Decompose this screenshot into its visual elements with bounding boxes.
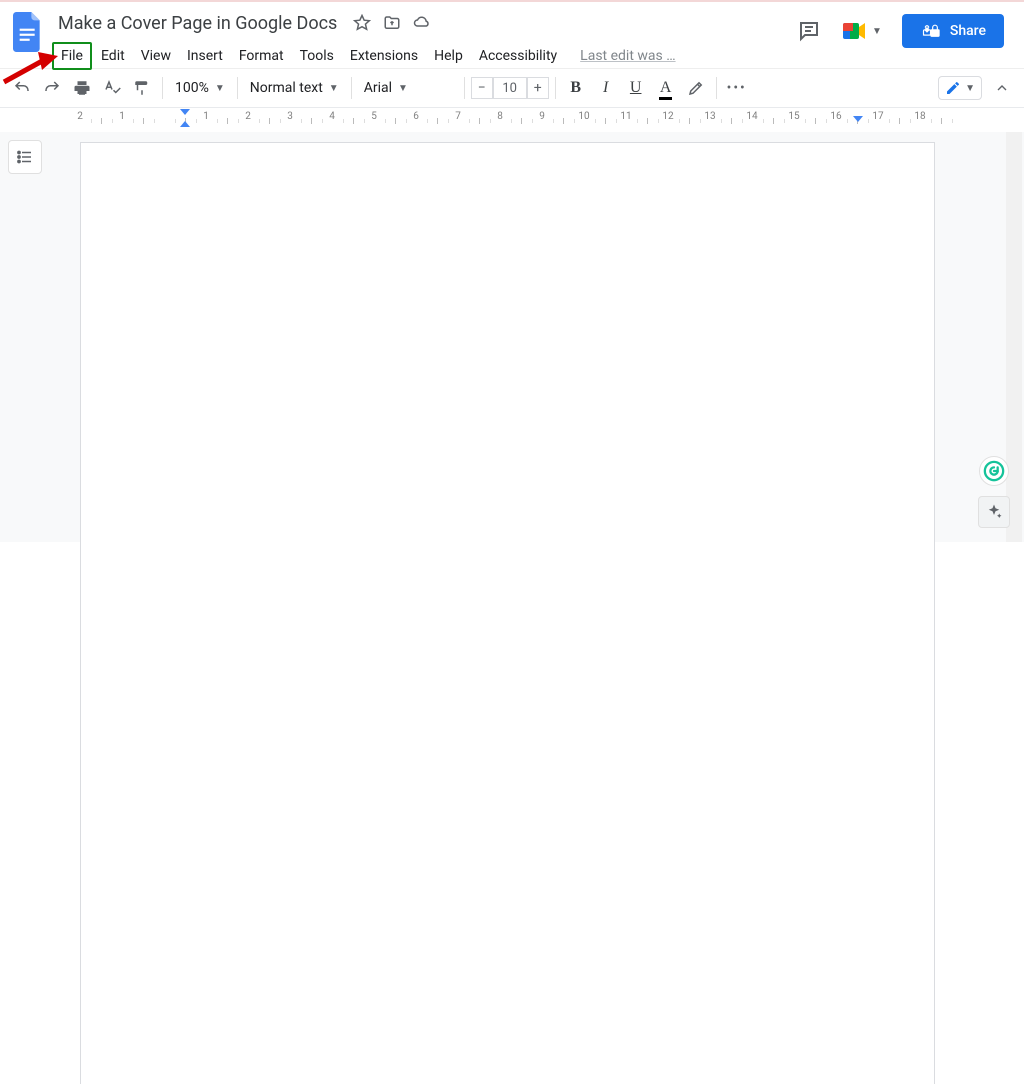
underline-button[interactable]: U xyxy=(622,74,650,102)
document-title[interactable]: Make a Cover Page in Google Docs xyxy=(52,11,343,36)
menu-help[interactable]: Help xyxy=(427,44,470,68)
ruler-number: 1 xyxy=(119,111,125,122)
left-indent-handle[interactable] xyxy=(180,109,190,127)
ruler-number: 11 xyxy=(620,111,631,122)
share-label: Share xyxy=(950,23,986,39)
star-icon[interactable] xyxy=(353,14,371,32)
chevron-down-icon: ▼ xyxy=(398,83,408,94)
separator xyxy=(237,77,238,99)
horizontal-ruler[interactable]: 21123456789101112131415161718 xyxy=(0,108,1024,128)
toolbar: 100%▼ Normal text▼ Arial▼ − 10 + B I U A… xyxy=(0,68,1024,108)
document-canvas xyxy=(0,132,1024,542)
comments-icon[interactable] xyxy=(796,18,822,44)
separator xyxy=(555,77,556,99)
separator xyxy=(162,77,163,99)
ruler-number: 3 xyxy=(287,111,293,122)
highlight-color-button[interactable] xyxy=(682,74,710,102)
ruler-number: 5 xyxy=(371,111,377,122)
ruler-number: 8 xyxy=(497,111,503,122)
chevron-down-icon: ▼ xyxy=(965,83,975,94)
ruler-number: 18 xyxy=(914,111,925,122)
menu-file[interactable]: File xyxy=(52,42,92,70)
ruler-number: 17 xyxy=(872,111,883,122)
paragraph-style-dropdown[interactable]: Normal text▼ xyxy=(244,74,345,102)
menu-tools[interactable]: Tools xyxy=(293,44,341,68)
ruler-number: 1 xyxy=(203,111,209,122)
increase-font-size-button[interactable]: + xyxy=(527,77,549,99)
menu-format[interactable]: Format xyxy=(232,44,291,68)
ruler-number: 14 xyxy=(746,111,757,122)
zoom-dropdown[interactable]: 100%▼ xyxy=(169,74,231,102)
docs-home-icon[interactable] xyxy=(8,12,48,52)
menu-accessibility[interactable]: Accessibility xyxy=(472,44,564,68)
ruler-number: 9 xyxy=(539,111,545,122)
undo-button[interactable] xyxy=(8,74,36,102)
move-folder-icon[interactable] xyxy=(383,14,401,32)
menu-extensions[interactable]: Extensions xyxy=(343,44,425,68)
print-button[interactable] xyxy=(68,74,96,102)
ruler-number: 16 xyxy=(830,111,841,122)
font-size-input[interactable]: 10 xyxy=(493,77,527,99)
collapse-toolbar-button[interactable] xyxy=(988,74,1016,102)
menu-insert[interactable]: Insert xyxy=(180,44,230,68)
redo-button[interactable] xyxy=(38,74,66,102)
paint-format-button[interactable] xyxy=(128,74,156,102)
decrease-font-size-button[interactable]: − xyxy=(471,77,493,99)
ruler-number: 2 xyxy=(77,111,83,122)
right-indent-handle[interactable] xyxy=(853,116,863,122)
ruler-number: 13 xyxy=(704,111,715,122)
meet-button[interactable]: ▼ xyxy=(836,16,888,46)
document-page[interactable] xyxy=(80,142,935,1084)
ruler-number: 15 xyxy=(788,111,799,122)
ruler-number: 12 xyxy=(662,111,673,122)
font-dropdown[interactable]: Arial▼ xyxy=(358,74,458,102)
spellcheck-button[interactable] xyxy=(98,74,126,102)
document-outline-button[interactable] xyxy=(8,140,42,174)
italic-button[interactable]: I xyxy=(592,74,620,102)
ruler-number: 7 xyxy=(455,111,461,122)
menubar: File Edit View Insert Format Tools Exten… xyxy=(52,38,796,70)
menu-view[interactable]: View xyxy=(134,44,178,68)
editing-mode-button[interactable]: ▼ xyxy=(938,76,982,100)
separator xyxy=(351,77,352,99)
ruler-number: 2 xyxy=(245,111,251,122)
more-tools-button[interactable]: ••• xyxy=(723,74,751,102)
chevron-down-icon: ▼ xyxy=(329,83,339,94)
share-button[interactable]: Share xyxy=(902,14,1004,48)
grammarly-button[interactable] xyxy=(979,456,1009,486)
ruler-number: 6 xyxy=(413,111,419,122)
separator xyxy=(464,77,465,99)
chevron-down-icon: ▼ xyxy=(215,83,225,94)
chevron-down-icon: ▼ xyxy=(872,26,882,37)
last-edit-link[interactable]: Last edit was … xyxy=(580,48,675,64)
separator xyxy=(716,77,717,99)
cloud-status-icon[interactable] xyxy=(413,14,431,32)
menu-edit[interactable]: Edit xyxy=(94,44,132,68)
ruler-number: 10 xyxy=(578,111,589,122)
explore-button[interactable] xyxy=(978,496,1010,528)
text-color-button[interactable]: A xyxy=(652,74,680,102)
ruler-number: 4 xyxy=(329,111,335,122)
bold-button[interactable]: B xyxy=(562,74,590,102)
